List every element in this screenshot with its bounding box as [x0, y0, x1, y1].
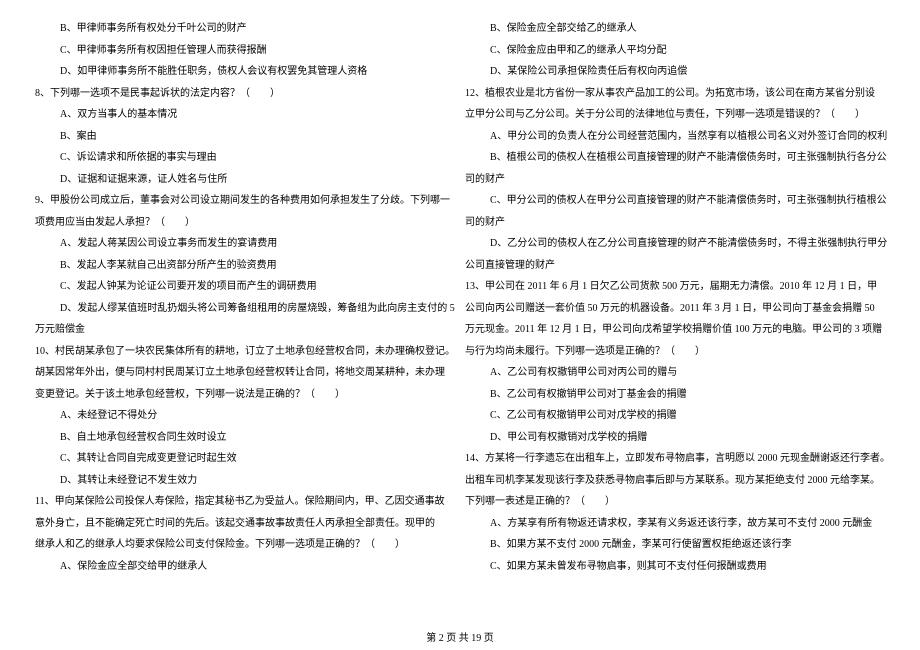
right-line-10: D、乙分公司的债权人在乙分公司直接管理的财产不能清偿债务时，不得主张强制执行甲分 [490, 233, 862, 255]
left-line-11: B、发起人李某就自己出资部分所产生的验资费用 [60, 255, 432, 277]
left-line-0: B、甲律师事务所有权处分千叶公司的财产 [60, 18, 432, 40]
left-line-23: 意外身亡，且不能确定死亡时间的先后。该起交通事故事故责任人丙承担全部责任。现甲的 [35, 513, 432, 535]
left-line-7: D、证据和证据来源，证人姓名与住所 [60, 169, 432, 191]
left-line-14: 万元赔偿金 [35, 319, 432, 341]
left-line-3: 8、下列哪一选项不是民事起诉状的法定内容？（ ） [35, 83, 432, 105]
right-line-5: A、甲分公司的负责人在分公司经营范围内，当然享有以植根公司名义对外签订合同的权利 [490, 126, 862, 148]
right-line-13: 公司向丙公司赠送一套价值 50 万元的机器设备。2011 年 3 月 1 日，甲… [465, 298, 862, 320]
right-column: B、保险金应全部交给乙的继承人C、保险金应由甲和乙的继承人平均分配D、某保险公司… [460, 18, 880, 577]
left-line-9: 项费用应当由发起人承担？（ ） [35, 212, 432, 234]
left-line-12: C、发起人钟某为论证公司要开发的项目而产生的调研费用 [60, 276, 432, 298]
left-line-21: D、其转让未经登记不发生效力 [60, 470, 432, 492]
right-line-19: D、甲公司有权撤销对戊学校的捐赠 [490, 427, 862, 449]
right-line-18: C、乙公司有权撤销甲公司对戊学校的捐赠 [490, 405, 862, 427]
right-line-21: 出租车司机李某发现该行李及获悉寻物启事后即与方某联系。现方某拒绝支付 2000 … [465, 470, 862, 492]
right-line-2: D、某保险公司承担保险责任后有权向丙追偿 [490, 61, 862, 83]
right-line-1: C、保险金应由甲和乙的继承人平均分配 [490, 40, 862, 62]
left-line-17: 变更登记。关于该土地承包经营权，下列哪一说法是正确的？（ ） [35, 384, 432, 406]
right-line-14: 万元现金。2011 年 12 月 1 日，甲公司向戊希望学校捐赠价值 100 万… [465, 319, 862, 341]
right-line-23: A、方某享有所有物返还请求权，李某有义务返还该行李，故方某可不支付 2000 元… [490, 513, 862, 535]
right-line-0: B、保险金应全部交给乙的继承人 [490, 18, 862, 40]
right-line-24: B、如果方某不支付 2000 元酬金，李某可行使留置权拒绝返还该行李 [490, 534, 862, 556]
right-line-11: 公司直接管理的财产 [465, 255, 862, 277]
left-column: B、甲律师事务所有权处分千叶公司的财产C、甲律师事务所有权因担任管理人而获得报酬… [30, 18, 450, 577]
left-line-8: 9、甲股份公司成立后，董事会对公司设立期间发生的各种费用如何承担发生了分歧。下列… [35, 190, 432, 212]
right-line-9: 司的财产 [465, 212, 862, 234]
right-line-22: 下列哪一表述是正确的？（ ） [465, 491, 862, 513]
right-line-15: 与行为均尚未履行。下列哪一选项是正确的？（ ） [465, 341, 862, 363]
left-line-5: B、案由 [60, 126, 432, 148]
left-line-10: A、发起人蒋某因公司设立事务而发生的宴请费用 [60, 233, 432, 255]
right-line-12: 13、甲公司在 2011 年 6 月 1 日欠乙公司货款 500 万元，届期无力… [465, 276, 862, 298]
right-line-4: 立甲分公司与乙分公司。关于分公司的法律地位与责任，下列哪一选项是错误的？（ ） [465, 104, 862, 126]
left-line-15: 10、村民胡某承包了一块农民集体所有的耕地，订立了土地承包经营权合同，未办理确权… [35, 341, 432, 363]
left-line-18: A、未经登记不得处分 [60, 405, 432, 427]
left-line-16: 胡某因常年外出，便与同村村民周某订立土地承包经营权转让合同，将地交周某耕种，未办… [35, 362, 432, 384]
right-line-16: A、乙公司有权撤销甲公司对丙公司的赠与 [490, 362, 862, 384]
left-line-4: A、双方当事人的基本情况 [60, 104, 432, 126]
left-line-13: D、发起人缪某值班时乱扔烟头将公司筹备组租用的房屋烧毁，筹备组为此向房主支付的 … [60, 298, 432, 320]
left-line-22: 11、甲向某保险公司投保人寿保险，指定其秘书乙为受益人。保险期间内，甲、乙因交通… [35, 491, 432, 513]
right-line-3: 12、植根农业是北方省份一家从事农产品加工的公司。为拓宽市场，该公司在南方某省分… [465, 83, 862, 105]
left-line-24: 继承人和乙的继承人均要求保险公司支付保险金。下列哪一选项是正确的？（ ） [35, 534, 432, 556]
left-line-2: D、如甲律师事务所不能胜任职务，债权人会议有权罢免其管理人资格 [60, 61, 432, 83]
left-line-1: C、甲律师事务所有权因担任管理人而获得报酬 [60, 40, 432, 62]
page-body: B、甲律师事务所有权处分千叶公司的财产C、甲律师事务所有权因担任管理人而获得报酬… [0, 0, 920, 577]
right-line-17: B、乙公司有权撤销甲公司对丁基金会的捐赠 [490, 384, 862, 406]
left-line-19: B、自土地承包经营权合同生效时设立 [60, 427, 432, 449]
right-line-7: 司的财产 [465, 169, 862, 191]
left-line-20: C、其转让合同自完成变更登记时起生效 [60, 448, 432, 470]
left-line-25: A、保险金应全部交给甲的继承人 [60, 556, 432, 578]
left-line-6: C、诉讼请求和所依据的事实与理由 [60, 147, 432, 169]
page-footer: 第 2 页 共 19 页 [0, 629, 920, 644]
right-line-8: C、甲分公司的债权人在甲分公司直接管理的财产不能清偿债务时，可主张强制执行植根公 [490, 190, 862, 212]
right-line-25: C、如果方某未曾发布寻物启事，则其可不支付任何报酬或费用 [490, 556, 862, 578]
right-line-20: 14、方某将一行李遗忘在出租车上，立即发布寻物启事，言明愿以 2000 元现金酬… [465, 448, 862, 470]
right-line-6: B、植根公司的债权人在植根公司直接管理的财产不能清偿债务时，可主张强制执行各分公 [490, 147, 862, 169]
